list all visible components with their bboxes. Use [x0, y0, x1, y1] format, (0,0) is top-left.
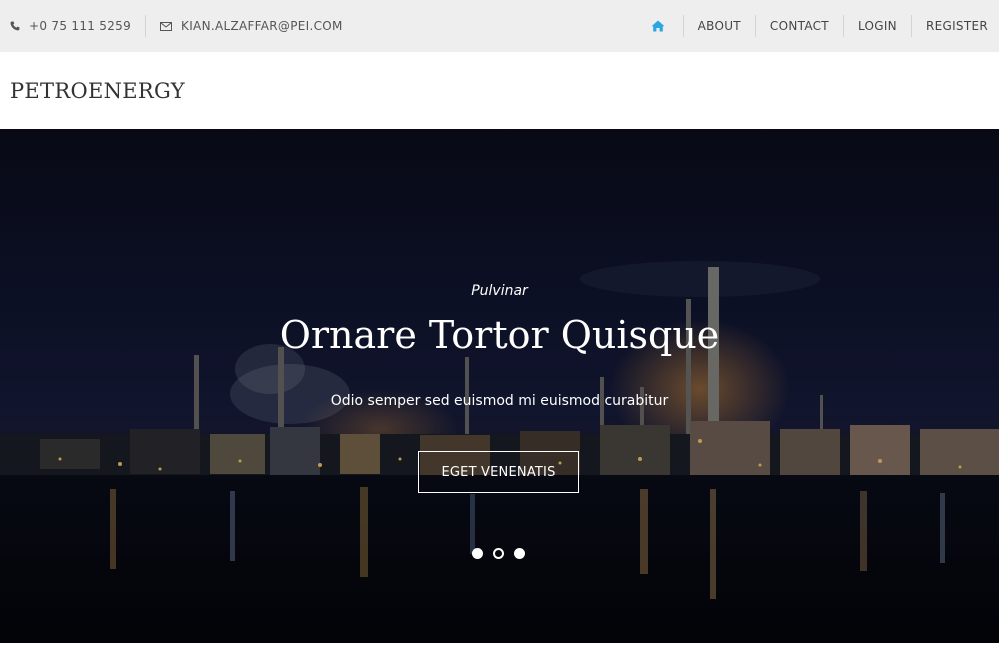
slider-dot-1[interactable] — [472, 548, 483, 559]
home-icon — [651, 20, 665, 32]
email-address: KIAN.ALZAFFAR@PEI.COM — [181, 19, 343, 33]
top-nav: ABOUT CONTACT LOGIN REGISTER — [637, 0, 999, 52]
contact-info: +0 75 111 5259 KIAN.ALZAFFAR@PEI.COM — [0, 0, 343, 52]
top-bar: +0 75 111 5259 KIAN.ALZAFFAR@PEI.COM ABO… — [0, 0, 999, 52]
nav-home[interactable] — [637, 15, 683, 37]
nav-login[interactable]: LOGIN — [844, 15, 911, 37]
phone-number: +0 75 111 5259 — [29, 19, 132, 33]
phone-icon — [10, 21, 20, 31]
hero-content: Pulvinar Ornare Tortor Quisque Odio semp… — [0, 129, 999, 643]
hero-title: Ornare Tortor Quisque — [279, 313, 720, 357]
hero-cta-button[interactable]: EGET VENENATIS — [418, 451, 579, 493]
brand-bar: PETROENERGY — [0, 52, 999, 129]
hero-subtitle: Odio semper sed euismod mi euismod curab… — [330, 393, 669, 409]
slider-dot-2[interactable] — [493, 548, 504, 559]
nav-register[interactable]: REGISTER — [912, 15, 999, 37]
contact-divider — [145, 15, 147, 37]
slider-dots — [472, 548, 535, 559]
nav-about[interactable]: ABOUT — [684, 15, 755, 37]
envelope-icon — [160, 21, 173, 31]
slider-dot-3[interactable] — [514, 548, 525, 559]
hero-slider: Pulvinar Ornare Tortor Quisque Odio semp… — [0, 129, 999, 643]
email-contact[interactable]: KIAN.ALZAFFAR@PEI.COM — [160, 19, 343, 33]
nav-contact[interactable]: CONTACT — [756, 15, 843, 37]
page-bottom — [0, 643, 999, 653]
hero-kicker: Pulvinar — [471, 283, 528, 299]
site-logo[interactable]: PETROENERGY — [0, 79, 185, 103]
phone-contact[interactable]: +0 75 111 5259 — [10, 19, 131, 33]
